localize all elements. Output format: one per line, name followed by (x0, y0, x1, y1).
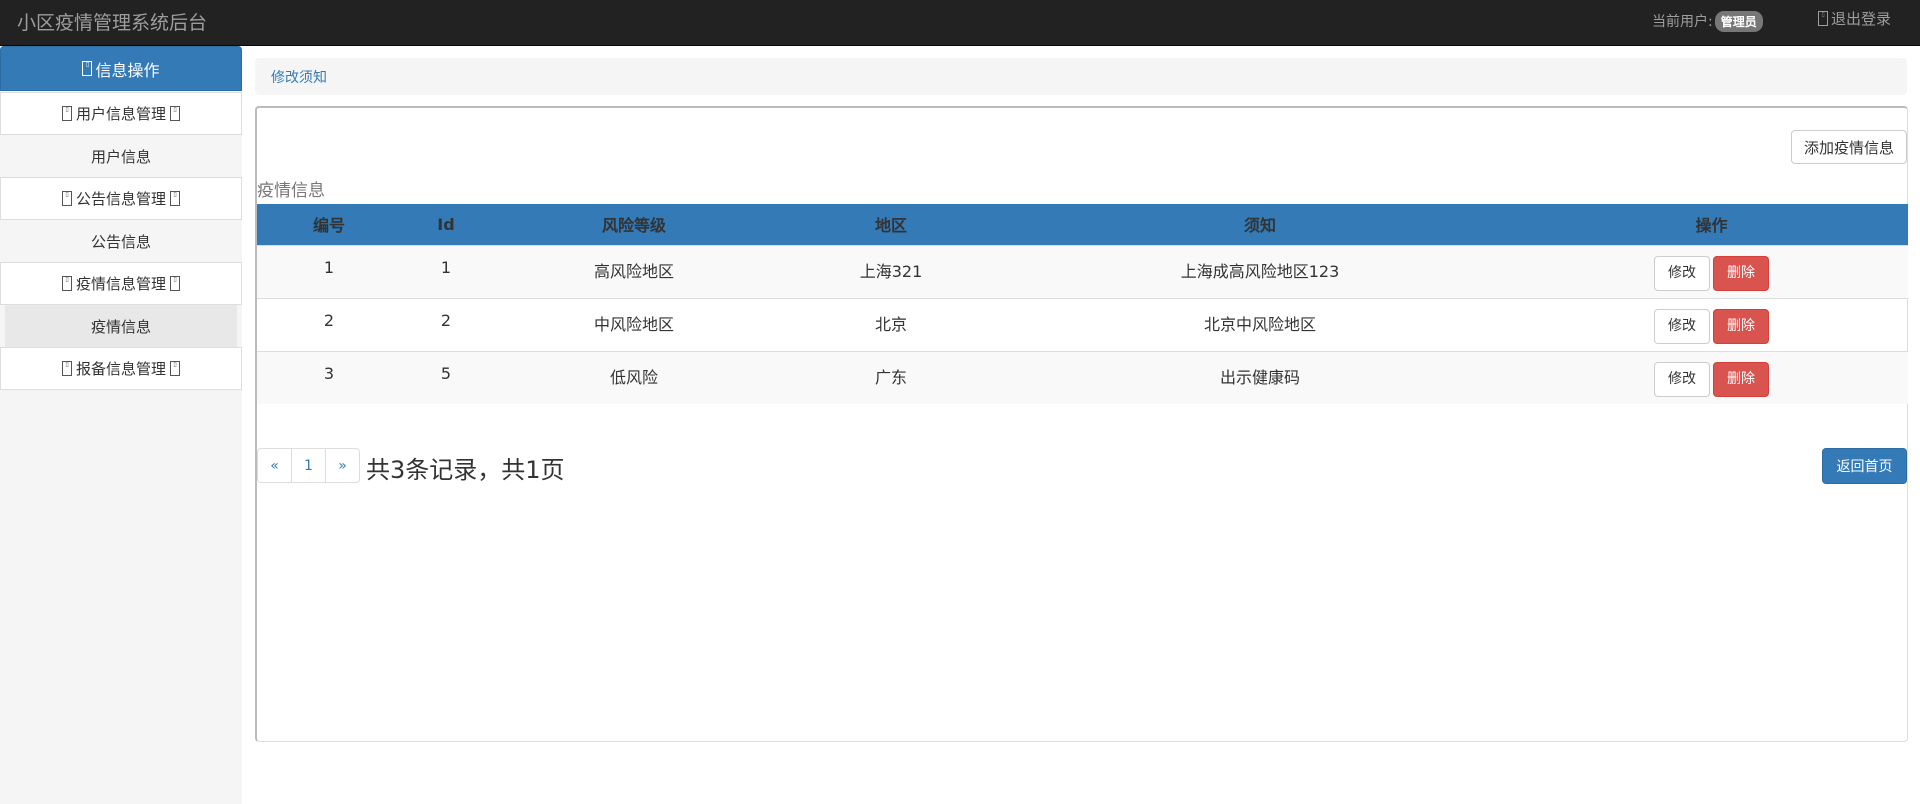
breadcrumb: 修改须知 (255, 58, 1907, 95)
cell-risk: 中风险地区 (593, 314, 674, 334)
sidebar: ▯ 信息操作 ▯ 用户信息管理 ▯ 用户信息 ▯ 公告信息管理 ▯ 公告信息 ▯… (0, 46, 242, 804)
sidebar-item-notice-info[interactable]: 公告信息 (5, 220, 237, 262)
sidebar-group-epidemic[interactable]: ▯ 疫情信息管理 ▯ (0, 262, 242, 305)
app-title[interactable]: 小区疫情管理系统后台 (17, 8, 207, 35)
chevron-icon: ▯ (170, 106, 180, 121)
current-user-label: 当前用户: (1652, 14, 1713, 30)
cell-id: 1 (440, 257, 452, 277)
logout-icon: ▯ (1818, 11, 1828, 26)
sidebar-group-label: 报备信息管理 (75, 360, 166, 378)
sidebar-group-label: 疫情信息管理 (75, 275, 166, 293)
main-panel: 添加疫情信息 疫情信息 编号 Id 风险等级 地区 须知 操作 1 1 高风险地… (255, 106, 1908, 742)
sidebar-group-notice[interactable]: ▯ 公告信息管理 ▯ (0, 177, 242, 220)
cell-no: 2 (323, 310, 335, 330)
cell-no: 1 (323, 257, 335, 277)
cell-ops: 修改 删除 (1515, 245, 1908, 298)
page-prev-button[interactable]: « (257, 448, 292, 483)
col-header: 编号 (312, 216, 345, 236)
cell-notice: 上海成高风险地区123 (1180, 261, 1340, 281)
report-icon: ▯ (61, 361, 72, 376)
cell-region: 上海321 (859, 261, 923, 281)
logout-link[interactable]: ▯ 退出登录 (1818, 8, 1891, 29)
table-row: 1 1 高风险地区 上海321 上海成高风险地区123 修改 删除 (257, 245, 1908, 298)
sidebar-group-user[interactable]: ▯ 用户信息管理 ▯ (0, 92, 242, 135)
menu-icon: ▯ (82, 61, 93, 76)
pagination: « 1 » (257, 448, 360, 483)
sidebar-item-epidemic-info[interactable]: 疫情信息 (5, 305, 237, 347)
cell-notice: 北京中风险地区 (1203, 314, 1316, 334)
cell-id: 2 (440, 310, 452, 330)
cell-risk: 高风险地区 (593, 261, 674, 281)
col-header: 须知 (1243, 216, 1276, 236)
delete-button[interactable]: 删除 (1713, 308, 1769, 344)
col-header: Id (437, 214, 455, 234)
breadcrumb-link[interactable]: 修改须知 (271, 67, 327, 87)
chevron-icon: ▯ (170, 276, 180, 291)
user-badge: 管理员 (1714, 11, 1763, 32)
table-row: 3 5 低风险 广东 出示健康码 修改 删除 (257, 351, 1908, 404)
epidemic-table: 编号 Id 风险等级 地区 须知 操作 1 1 高风险地区 上海321 上海成高… (257, 204, 1908, 404)
col-header: 操作 (1695, 216, 1728, 236)
cell-region: 广东 (874, 367, 907, 387)
sidebar-group-label: 用户信息管理 (75, 105, 166, 123)
delete-button[interactable]: 删除 (1713, 255, 1769, 291)
cell-ops: 修改 删除 (1515, 351, 1908, 404)
chevron-icon: ▯ (170, 361, 180, 376)
sidebar-heading[interactable]: ▯ 信息操作 (0, 46, 242, 91)
user-icon: ▯ (61, 106, 72, 121)
sidebar-group-report[interactable]: ▯ 报备信息管理 ▯ (0, 347, 242, 390)
top-navbar: 小区疫情管理系统后台 当前用户: 管理员 ▯ 退出登录 (0, 0, 1920, 46)
edit-button[interactable]: 修改 (1654, 308, 1710, 344)
current-user: 当前用户: 管理员 (1652, 11, 1763, 32)
cell-risk: 低风险 (609, 367, 658, 387)
col-header: 风险等级 (601, 216, 666, 236)
sidebar-group-label: 公告信息管理 (75, 190, 166, 208)
sidebar-heading-label: 信息操作 (95, 60, 160, 80)
notice-icon: ▯ (61, 191, 72, 206)
chevron-icon: ▯ (170, 191, 180, 206)
table-header-row: 编号 Id 风险等级 地区 须知 操作 (257, 204, 1908, 245)
page-1-button[interactable]: 1 (291, 448, 326, 483)
back-home-button[interactable]: 返回首页 (1822, 448, 1907, 484)
records-summary: 共3条记录，共1页 (366, 456, 565, 484)
table-caption: 疫情信息 (257, 181, 325, 201)
table-row: 2 2 中风险地区 北京 北京中风险地区 修改 删除 (257, 298, 1908, 351)
logout-label: 退出登录 (1831, 10, 1892, 28)
edit-button[interactable]: 修改 (1654, 255, 1710, 291)
cell-ops: 修改 删除 (1515, 298, 1908, 351)
edit-button[interactable]: 修改 (1654, 361, 1710, 397)
cell-id: 5 (440, 363, 452, 383)
add-epidemic-button[interactable]: 添加疫情信息 (1790, 130, 1907, 164)
sidebar-item-user-info[interactable]: 用户信息 (5, 135, 237, 177)
cell-no: 3 (323, 363, 335, 383)
delete-button[interactable]: 删除 (1713, 361, 1769, 397)
page-next-button[interactable]: » (325, 448, 360, 483)
cell-notice: 出示健康码 (1219, 367, 1300, 387)
cell-region: 北京 (874, 314, 907, 334)
col-header: 地区 (874, 216, 907, 236)
epidemic-icon: ▯ (61, 276, 72, 291)
